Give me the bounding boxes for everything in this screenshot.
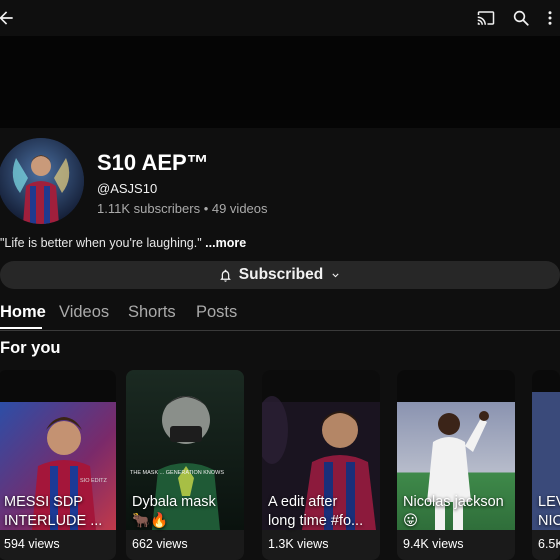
tab-videos[interactable]: Videos xyxy=(59,303,109,322)
short-title-line: INTERLUDE ... xyxy=(4,513,103,529)
search-icon[interactable] xyxy=(509,6,533,30)
short-views: 9.4K views xyxy=(403,537,464,551)
channel-description[interactable]: "Life is better when you're laughing." .… xyxy=(0,236,246,250)
chevron-down-icon xyxy=(329,269,342,282)
channel-tabs: Home Videos Shorts Posts xyxy=(0,300,560,331)
tab-home[interactable]: Home xyxy=(0,303,46,322)
short-title-line: LEV xyxy=(538,494,560,510)
bell-icon xyxy=(218,268,233,283)
cast-icon[interactable] xyxy=(474,6,498,30)
short-title: LEV NIC xyxy=(538,493,560,531)
avatar[interactable] xyxy=(0,138,84,224)
short-views: 6.5K xyxy=(538,537,560,551)
section-title: For you xyxy=(0,339,61,357)
back-arrow-icon[interactable] xyxy=(0,6,18,30)
short-views: 1.3K views xyxy=(268,537,329,551)
thumbnail-caption: THE MASK ... GENERATION KNOWS xyxy=(130,470,225,476)
channel-name: S10 AEP™ xyxy=(97,150,209,175)
channel-stats: 1.11K subscribers • 49 videos xyxy=(97,201,268,216)
short-card[interactable]: THE MASK ... GENERATION KNOWS Dybala mas… xyxy=(126,370,244,560)
short-title-line: Dybala mask xyxy=(132,494,216,510)
short-title-line: NIC xyxy=(538,513,560,529)
short-card[interactable]: A edit after long time #fo... 1.3K views xyxy=(262,370,380,560)
short-title-line: Nicolas jackson xyxy=(403,494,504,510)
subscribed-button[interactable]: Subscribed xyxy=(0,261,560,289)
short-views: 662 views xyxy=(132,537,188,551)
short-card[interactable]: LEV NIC 6.5K xyxy=(532,370,560,560)
subscribed-label: Subscribed xyxy=(238,266,324,283)
active-tab-indicator xyxy=(0,327,42,329)
top-app-bar xyxy=(0,0,560,36)
thumbnail-watermark: SIO EDITZ xyxy=(80,478,107,484)
short-views: 594 views xyxy=(4,537,60,551)
short-title: Dybala mask 🐂🔥 xyxy=(132,493,216,531)
short-title-line: MESSI SDP xyxy=(4,494,83,510)
description-text: "Life is better when you're laughing." xyxy=(0,236,202,250)
short-title-line: A edit after xyxy=(268,494,338,510)
short-card[interactable]: SIO EDITZ MESSI SDP INTERLUDE ... 594 vi… xyxy=(0,370,116,560)
short-title-line: long time #fo... xyxy=(268,513,364,529)
tab-shorts[interactable]: Shorts xyxy=(128,303,176,322)
channel-banner xyxy=(0,36,560,128)
short-title: A edit after long time #fo... xyxy=(268,493,363,531)
short-card[interactable]: Nicolas jackson 😛 9.4K views xyxy=(397,370,515,560)
more-vert-icon[interactable] xyxy=(538,6,560,30)
short-title-line: 🐂🔥 xyxy=(132,513,169,529)
more-link[interactable]: ...more xyxy=(205,236,246,250)
short-title: Nicolas jackson 😛 xyxy=(403,493,504,531)
short-title: MESSI SDP INTERLUDE ... xyxy=(4,493,102,531)
channel-handle: @ASJS10 xyxy=(97,181,158,196)
tab-posts[interactable]: Posts xyxy=(196,303,237,322)
short-title-line: 😛 xyxy=(403,513,419,529)
